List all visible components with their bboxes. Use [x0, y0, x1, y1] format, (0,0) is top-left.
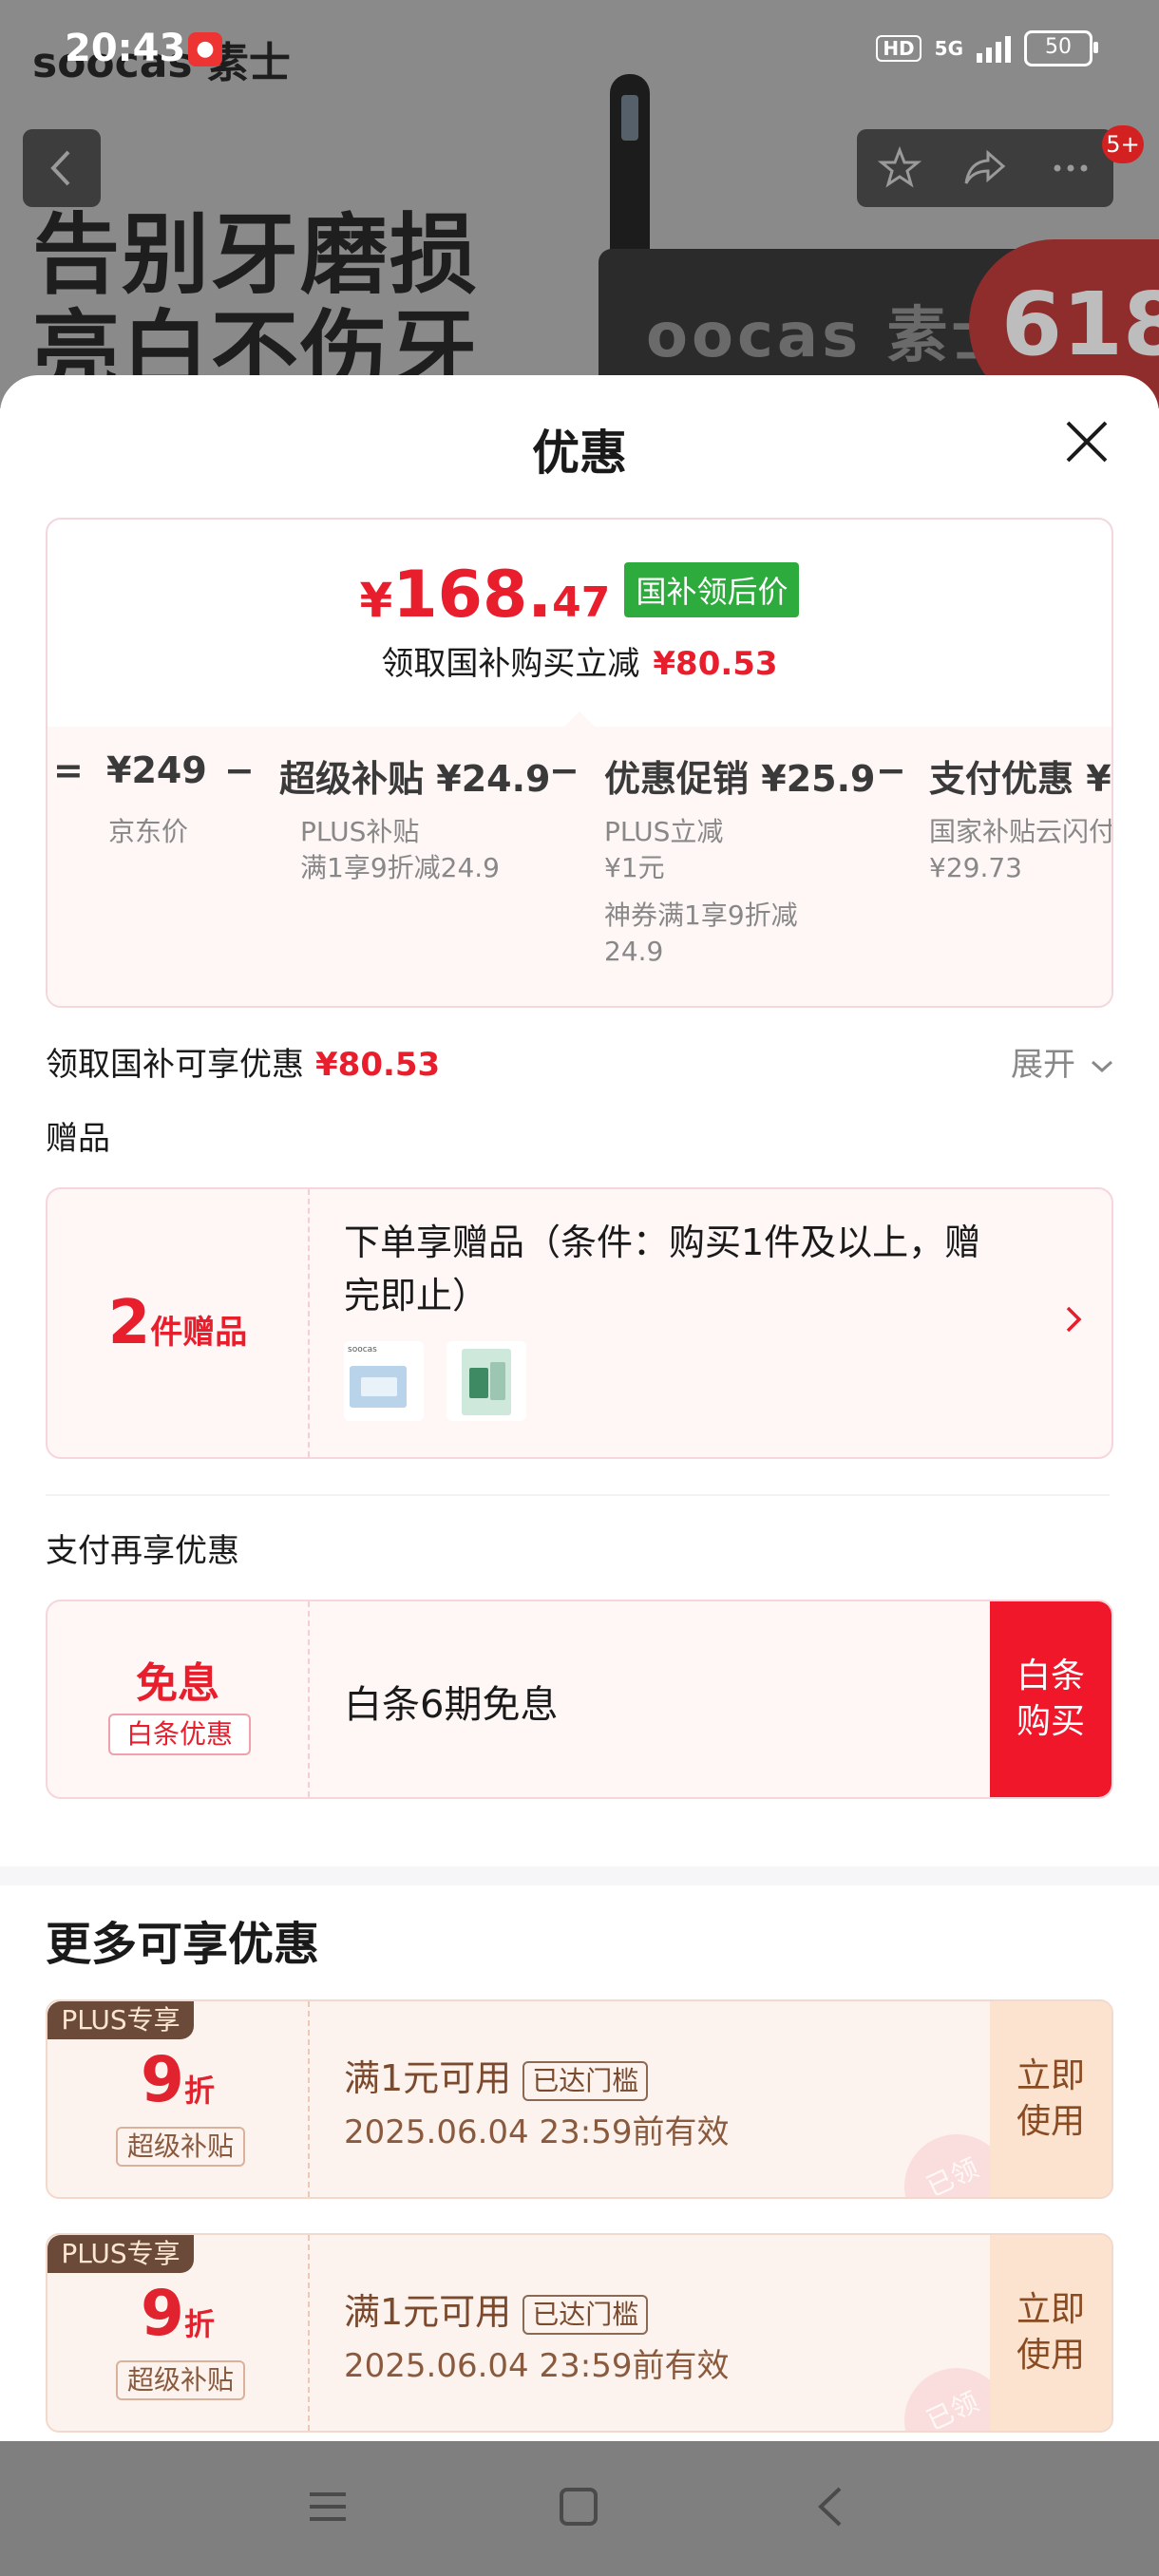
- pay-section-label: 支付再享优惠: [46, 1532, 239, 1570]
- breakdown-note: ¥1元: [604, 852, 665, 883]
- installment-description: 白条6期免息: [344, 1683, 559, 1727]
- more-discounts-title: 更多可享优惠: [46, 1918, 320, 1971]
- gift-card[interactable]: 2件赠品 下单享赠品（条件：购买1件及以上，赠完即止） soocas: [46, 1187, 1113, 1459]
- breakdown-item: 支付优惠 ¥2: [929, 758, 1112, 800]
- breakdown-note: 国家补贴云闪付: [929, 816, 1113, 847]
- banner-slogan: 告别牙磨损 亮白不伤牙: [32, 204, 480, 403]
- chevron-left-icon: [50, 150, 70, 186]
- total-discount-line: 领取国补可享优惠 ¥80.53: [46, 1046, 441, 1084]
- use-now-button[interactable]: 立即使用: [990, 2001, 1112, 2197]
- interest-free-label: 免息: [136, 1659, 219, 1708]
- more-icon[interactable]: [1048, 145, 1093, 191]
- coupon-condition: 满1元可用 已达门槛: [344, 2282, 649, 2335]
- price-summary-card: ¥168.47 国补领后价 领取国补购买立减 ¥80.53 = ¥249 − 超级…: [46, 518, 1113, 1008]
- gift-thumbnail: [446, 1341, 526, 1421]
- breakdown-item: 优惠促销 ¥25.9: [604, 758, 876, 800]
- breakdown-value: ¥249: [106, 749, 207, 791]
- coupon-expiry: 2025.06.04 23:59前有效: [344, 2347, 730, 2385]
- status-time: 20:43: [65, 27, 186, 70]
- minus-sign: −: [876, 749, 906, 791]
- breakdown-note: 满1享9折减24.9: [300, 852, 500, 883]
- expand-toggle[interactable]: 展开: [1011, 1038, 1114, 1085]
- hd-icon: HD: [876, 35, 922, 62]
- signal-icon: [977, 34, 1011, 63]
- price-subtitle: 领取国补购买立减 ¥80.53: [381, 645, 778, 683]
- price-breakdown[interactable]: = ¥249 − 超级补贴 ¥24.9 − 优惠促销 ¥25.9 − 支付优惠 …: [48, 711, 1113, 1006]
- home-icon[interactable]: [555, 2483, 602, 2530]
- close-icon[interactable]: [1062, 417, 1112, 466]
- system-navigation-bar: [0, 2441, 1159, 2576]
- minus-sign: −: [224, 749, 255, 791]
- baitiao-buy-button[interactable]: 白条购买: [990, 1601, 1112, 1797]
- super-subsidy-tag: 超级补贴: [116, 2360, 245, 2400]
- back-button[interactable]: [23, 129, 101, 207]
- gift-count: 2件赠品: [48, 1189, 310, 1457]
- divider: [46, 1494, 1110, 1496]
- threshold-reached-tag: 已达门槛: [522, 2060, 649, 2101]
- breakdown-note: 京东价: [108, 816, 189, 847]
- breakdown-note: 24.9: [604, 936, 664, 967]
- chevron-down-icon: [1091, 1060, 1112, 1073]
- sheet-title: 优惠: [532, 426, 627, 481]
- coupon-card: PLUS专享 9折 超级补贴 满1元可用 已达门槛 2025.06.04 23:5…: [46, 1999, 1113, 2199]
- plus-exclusive-badge: PLUS专享: [48, 2235, 194, 2273]
- back-nav-icon[interactable]: [808, 2483, 855, 2530]
- coupon-expiry: 2025.06.04 23:59前有效: [344, 2113, 730, 2151]
- battery-icon: 50: [1024, 30, 1098, 66]
- message-count-badge: 5+: [1102, 125, 1144, 163]
- breakdown-note: 神券满1享9折减: [604, 900, 798, 931]
- breakdown-note: PLUS立减: [604, 816, 724, 847]
- plus-exclusive-badge: PLUS专享: [48, 2001, 194, 2039]
- status-bar: 20:43 ● HD 5G 50: [0, 0, 1159, 104]
- chevron-right-icon: [1066, 1306, 1082, 1333]
- discount-rate: 9折: [141, 2043, 215, 2116]
- minus-sign: −: [549, 749, 580, 791]
- subsidy-price-tag: 国补领后价: [624, 561, 800, 617]
- breakdown-note: ¥29.73: [929, 852, 1022, 883]
- menu-icon[interactable]: [304, 2483, 352, 2530]
- coupon-condition: 满1元可用 已达门槛: [344, 2049, 649, 2101]
- super-subsidy-tag: 超级补贴: [116, 2127, 245, 2167]
- discount-bottom-sheet: 优惠 ¥168.47 国补领后价 领取国补购买立减 ¥80.53 = ¥249 −…: [0, 375, 1159, 2576]
- baitiao-tag: 白条优惠: [108, 1714, 251, 1755]
- breakdown-item: 超级补贴 ¥24.9: [279, 758, 551, 800]
- gift-thumbnail: soocas: [344, 1341, 424, 1421]
- use-now-button[interactable]: 立即使用: [990, 2235, 1112, 2431]
- gift-section-label: 赠品: [46, 1120, 110, 1158]
- equals-sign: =: [53, 749, 84, 791]
- threshold-reached-tag: 已达门槛: [522, 2294, 649, 2335]
- discount-rate: 9折: [141, 2277, 215, 2350]
- installment-card: 免息 白条优惠 白条6期免息 白条购买: [46, 1600, 1113, 1799]
- final-price: ¥168.47: [359, 558, 611, 633]
- coupon-card: PLUS专享 9折 超级补贴 满1元可用 已达门槛 2025.06.04 23:5…: [46, 2233, 1113, 2433]
- star-icon[interactable]: [877, 145, 922, 191]
- notification-app-icon: ●: [188, 32, 222, 66]
- section-gap: [0, 1866, 1159, 1885]
- share-icon[interactable]: [961, 145, 1009, 191]
- breakdown-note: PLUS补贴: [300, 816, 420, 847]
- gift-description: 下单享赠品（条件：购买1件及以上，赠完即止）: [344, 1222, 981, 1316]
- top-action-bar: [857, 129, 1113, 207]
- network-type: 5G: [934, 37, 963, 60]
